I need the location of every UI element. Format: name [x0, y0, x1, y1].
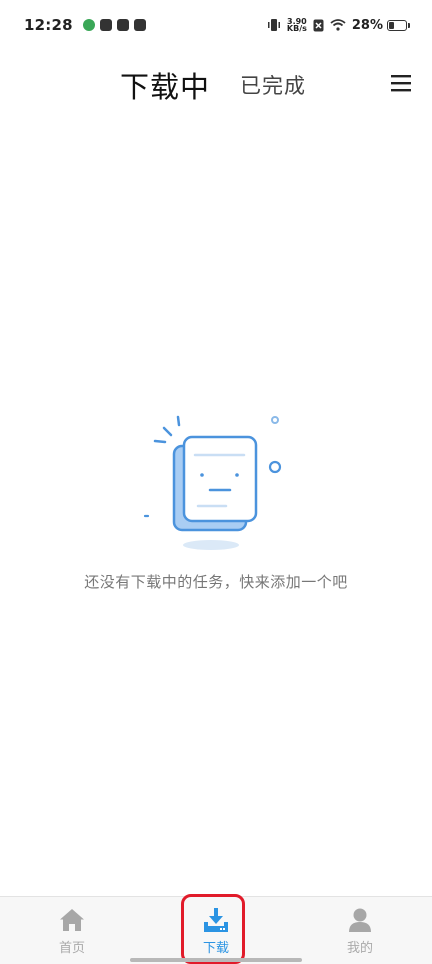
battery-percent: 28% [351, 17, 383, 33]
app-notification-icon [116, 19, 129, 31]
tab-downloading[interactable]: 下载中 [120, 64, 210, 106]
app-root: 12:28 3.90 KB/s 28% 下载中 已完成 还没有下载中的任务，快来… [0, 0, 432, 964]
header: 下载中 已完成 [0, 56, 432, 112]
app-notification-icon [82, 19, 95, 31]
status-time: 12:28 [24, 16, 73, 34]
bottom-nav: 首页 下载 我的 [0, 896, 432, 964]
no-sim-icon [313, 19, 324, 31]
vibrate-icon [267, 19, 280, 31]
battery-indicator: 28% [352, 18, 410, 33]
notification-icons [82, 19, 146, 31]
net-speed: 3.90 KB/s [286, 18, 307, 33]
status-right: 3.90 KB/s 28% [267, 18, 410, 33]
nav-download-label: 下载 [202, 941, 229, 956]
battery-tip [408, 22, 410, 28]
status-bar: 12:28 3.90 KB/s 28% [0, 0, 432, 50]
app-notification-icon [99, 19, 112, 31]
nav-mine-label: 我的 [346, 941, 373, 956]
nav-home[interactable]: 首页 [32, 907, 112, 959]
tab-completed[interactable]: 已完成 [240, 70, 306, 100]
menu-icon [391, 75, 411, 92]
app-notification-icon [133, 19, 146, 31]
user-icon [349, 908, 371, 932]
nav-home-label: 首页 [58, 941, 85, 956]
empty-document-icon [143, 415, 282, 550]
wifi-icon [330, 19, 346, 31]
home-icon [60, 909, 84, 931]
status-left: 12:28 [24, 16, 146, 34]
battery-icon [387, 19, 407, 31]
download-icon [204, 908, 228, 932]
empty-state-message: 还没有下载中的任务，快来添加一个吧 [84, 573, 348, 591]
nav-download[interactable]: 下载 [176, 907, 256, 959]
net-speed-unit: KB/s [286, 24, 307, 33]
home-indicator [130, 958, 302, 962]
battery-fill [389, 21, 395, 29]
menu-button[interactable] [386, 68, 416, 98]
nav-mine[interactable]: 我的 [320, 907, 400, 959]
